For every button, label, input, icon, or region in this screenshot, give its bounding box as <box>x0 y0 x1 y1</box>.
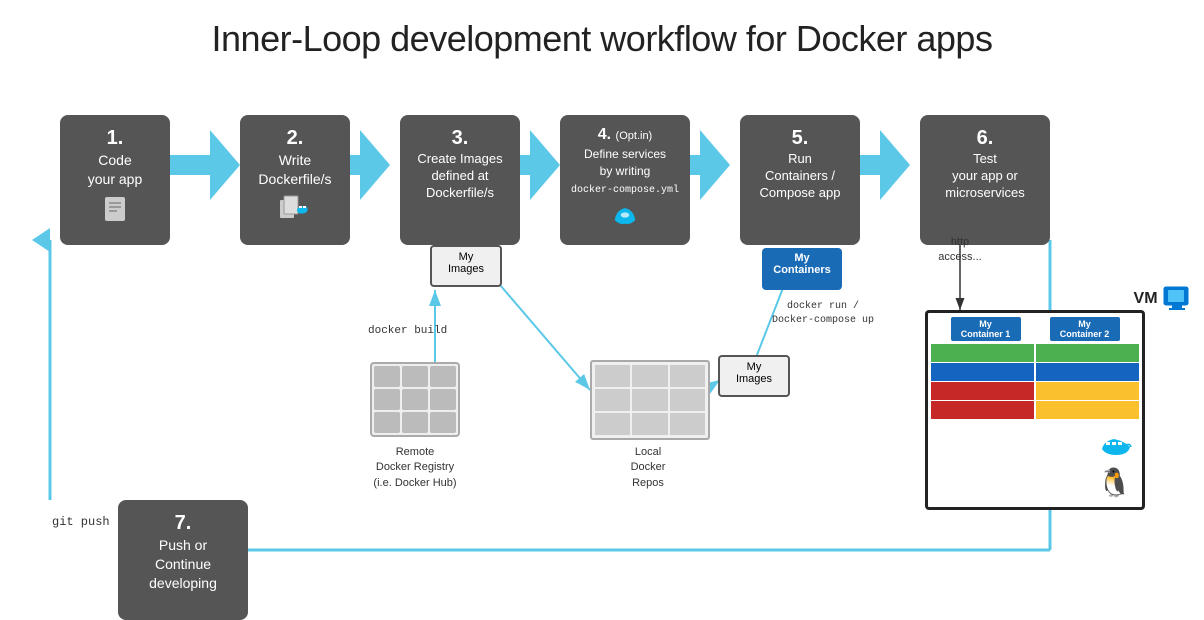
step4-box: 4. (Opt.in) Define servicesby writingdoc… <box>560 115 690 245</box>
docker-build-label: docker build <box>368 325 447 337</box>
container-row-3 <box>930 382 1140 400</box>
step3-number: 3. <box>408 125 512 151</box>
step2-icon <box>248 195 342 228</box>
step5-box: 5. RunContainers /Compose app <box>740 115 860 245</box>
local-repos-label: Local Docker Repos <box>588 445 708 491</box>
docker-build-text: docker build <box>368 325 447 337</box>
step1-label: Codeyour app <box>88 152 142 187</box>
remote-registry-text: Remote Docker Registry (i.e. Docker Hub) <box>373 446 456 489</box>
my-images-bottom-label: My Images <box>728 361 780 385</box>
docker-run-label: docker run / Docker-compose up <box>768 300 878 328</box>
step3-box: 3. Create Imagesdefined atDockerfile/s <box>400 115 520 245</box>
registry-visual <box>355 360 475 440</box>
git-push-text: git push <box>52 515 110 529</box>
step2-box: 2. WriteDockerfile/s <box>240 115 350 245</box>
step4-icon <box>568 203 682 234</box>
step5-label: RunContainers /Compose app <box>760 151 841 200</box>
container-row-4 <box>930 401 1140 419</box>
step6-number: 6. <box>928 125 1042 151</box>
my-images-top-label: My Images <box>440 251 492 275</box>
linux-icon: 🐧 <box>1097 466 1132 499</box>
step1-icon <box>68 195 162 230</box>
container-row-2 <box>930 363 1140 381</box>
step2-label: WriteDockerfile/s <box>258 152 331 187</box>
my-containers-box: My Containers <box>762 248 842 290</box>
step6-box: 6. Testyour app ormicroservices <box>920 115 1050 245</box>
local-repos-visual <box>590 360 710 440</box>
my-containers-label: My Containers <box>770 252 834 276</box>
step7-number: 7. <box>126 510 240 536</box>
git-push-label: git push <box>52 515 110 529</box>
http-access-text: http access... <box>938 236 981 263</box>
step4-number: 4. (Opt.in) <box>568 125 682 146</box>
diagram-area: 1. Codeyour app 2. WriteDockerfile/s <box>0 70 1204 580</box>
step2-number: 2. <box>248 125 342 151</box>
step7-label: Push or Continue developing <box>149 537 217 591</box>
my-images-top: My Images <box>430 245 502 287</box>
remote-registry-label: Remote Docker Registry (i.e. Docker Hub) <box>340 445 490 491</box>
step1-box: 1. Codeyour app <box>60 115 170 245</box>
page-title: Inner-Loop development workflow for Dock… <box>0 0 1204 70</box>
container-labels-row: MyContainer 1 MyContainer 2 <box>928 313 1142 343</box>
step6-label: Testyour app ormicroservices <box>945 151 1024 200</box>
http-access-label: http access... <box>930 235 990 266</box>
docker-run-text: docker run / Docker-compose up <box>772 301 874 326</box>
vm-label: VM <box>1134 285 1192 313</box>
vm-box: VM MyContainer 1 MyContainer 2 <box>925 310 1145 510</box>
step5-number: 5. <box>748 125 852 151</box>
container-row-1 <box>930 344 1140 362</box>
step7-box: 7. Push or Continue developing <box>118 500 248 620</box>
step4-label: Define servicesby writingdocker-compose.… <box>571 147 679 195</box>
step1-number: 1. <box>68 125 162 151</box>
page-wrapper: Inner-Loop development workflow for Dock… <box>0 0 1204 580</box>
step3-label: Create Imagesdefined atDockerfile/s <box>417 151 502 200</box>
docker-icon-vm <box>1100 433 1132 465</box>
my-images-bottom: My Images <box>718 355 790 397</box>
